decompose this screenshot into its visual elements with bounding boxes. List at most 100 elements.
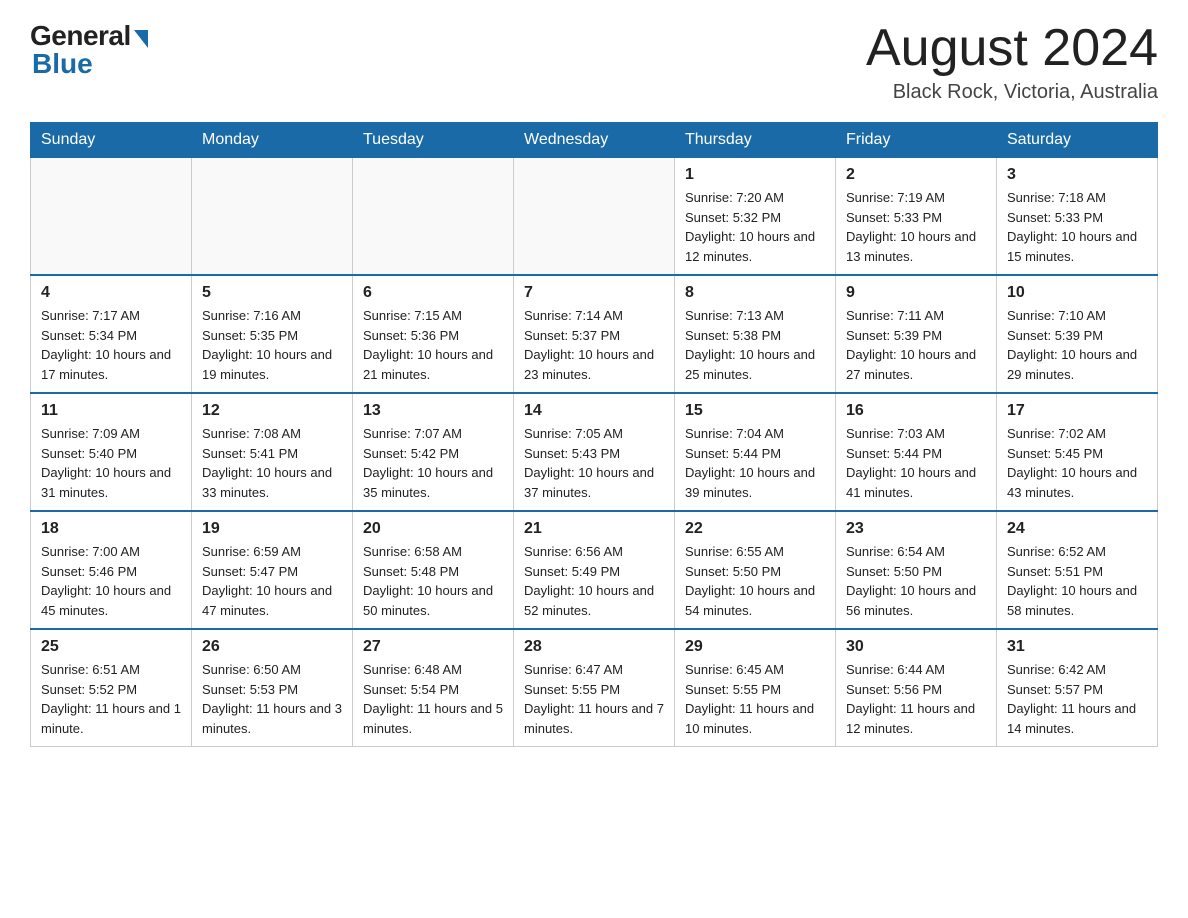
day-number: 13: [363, 402, 503, 420]
calendar-day-cell: 3Sunrise: 7:18 AM Sunset: 5:33 PM Daylig…: [997, 158, 1158, 276]
day-number: 22: [685, 520, 825, 538]
calendar-day-cell: 25 Sunrise: 6:51 AM Sunset: 5:52 PM Dayli…: [31, 629, 192, 747]
calendar-day-cell: 31 Sunrise: 6:42 AM Sunset: 5:57 PM Dayli…: [997, 629, 1158, 747]
day-info: Sunrise: 6:58 AM Sunset: 5:48 PM Dayligh…: [363, 542, 503, 620]
day-info: Sunrise: 6:47 AM Sunset: 5:55 PM Dayligh…: [524, 660, 664, 738]
logo-arrow-icon: [134, 30, 148, 48]
day-info: Sunrise: 7:14 AM Sunset: 5:37 PM Dayligh…: [524, 306, 664, 384]
day-number: 17: [1007, 402, 1147, 420]
calendar-day-cell: 16 Sunrise: 7:03 AM Sunset: 5:44 PM Dayli…: [836, 393, 997, 511]
calendar-day-cell: 15Sunrise: 7:04 AM Sunset: 5:44 PM Dayli…: [675, 393, 836, 511]
day-info: Sunrise: 7:17 AM Sunset: 5:34 PM Dayligh…: [41, 306, 181, 384]
day-number: 4: [41, 284, 181, 302]
calendar-week-row: 11 Sunrise: 7:09 AM Sunset: 5:40 PM Dayli…: [31, 393, 1158, 511]
day-number: 31: [1007, 638, 1147, 656]
day-number: 10: [1007, 284, 1147, 302]
calendar-day-cell: 27 Sunrise: 6:48 AM Sunset: 5:54 PM Dayli…: [353, 629, 514, 747]
day-info: Sunrise: 6:54 AM Sunset: 5:50 PM Dayligh…: [846, 542, 986, 620]
day-number: 29: [685, 638, 825, 656]
calendar-day-cell: 30 Sunrise: 6:44 AM Sunset: 5:56 PM Dayli…: [836, 629, 997, 747]
calendar-day-cell: 13Sunrise: 7:07 AM Sunset: 5:42 PM Dayli…: [353, 393, 514, 511]
day-number: 27: [363, 638, 503, 656]
day-of-week-header: Monday: [192, 123, 353, 158]
day-number: 25: [41, 638, 181, 656]
day-info: Sunrise: 6:50 AM Sunset: 5:53 PM Dayligh…: [202, 660, 342, 738]
calendar-day-cell: 4 Sunrise: 7:17 AM Sunset: 5:34 PM Daylig…: [31, 275, 192, 393]
day-of-week-header: Friday: [836, 123, 997, 158]
logo: General Blue: [30, 20, 148, 80]
day-number: 6: [363, 284, 503, 302]
calendar-day-cell: 26 Sunrise: 6:50 AM Sunset: 5:53 PM Dayli…: [192, 629, 353, 747]
calendar-day-cell: 1 Sunrise: 7:20 AM Sunset: 5:32 PM Daylig…: [675, 158, 836, 276]
day-info: Sunrise: 6:59 AM Sunset: 5:47 PM Dayligh…: [202, 542, 342, 620]
day-info: Sunrise: 6:55 AM Sunset: 5:50 PM Dayligh…: [685, 542, 825, 620]
day-info: Sunrise: 7:13 AM Sunset: 5:38 PM Dayligh…: [685, 306, 825, 384]
day-info: Sunrise: 6:48 AM Sunset: 5:54 PM Dayligh…: [363, 660, 503, 738]
day-info: Sunrise: 7:02 AM Sunset: 5:45 PM Dayligh…: [1007, 424, 1147, 502]
day-of-week-header: Wednesday: [514, 123, 675, 158]
day-info: Sunrise: 7:00 AM Sunset: 5:46 PM Dayligh…: [41, 542, 181, 620]
calendar-day-cell: 23 Sunrise: 6:54 AM Sunset: 5:50 PM Dayli…: [836, 511, 997, 629]
day-info: Sunrise: 6:44 AM Sunset: 5:56 PM Dayligh…: [846, 660, 986, 738]
title-block: August 2024 Black Rock, Victoria, Austra…: [866, 20, 1158, 104]
day-number: 12: [202, 402, 342, 420]
day-info: Sunrise: 6:56 AM Sunset: 5:49 PM Dayligh…: [524, 542, 664, 620]
day-info: Sunrise: 7:08 AM Sunset: 5:41 PM Dayligh…: [202, 424, 342, 502]
calendar-day-cell: 9Sunrise: 7:11 AM Sunset: 5:39 PM Daylig…: [836, 275, 997, 393]
day-info: Sunrise: 6:52 AM Sunset: 5:51 PM Dayligh…: [1007, 542, 1147, 620]
day-info: Sunrise: 7:09 AM Sunset: 5:40 PM Dayligh…: [41, 424, 181, 502]
calendar-day-cell: 10 Sunrise: 7:10 AM Sunset: 5:39 PM Dayli…: [997, 275, 1158, 393]
calendar-day-cell: 21 Sunrise: 6:56 AM Sunset: 5:49 PM Dayli…: [514, 511, 675, 629]
day-of-week-header: Tuesday: [353, 123, 514, 158]
day-number: 11: [41, 402, 181, 420]
day-number: 21: [524, 520, 664, 538]
calendar-day-cell: 24 Sunrise: 6:52 AM Sunset: 5:51 PM Dayli…: [997, 511, 1158, 629]
day-info: Sunrise: 7:10 AM Sunset: 5:39 PM Dayligh…: [1007, 306, 1147, 384]
calendar-week-row: 18 Sunrise: 7:00 AM Sunset: 5:46 PM Dayli…: [31, 511, 1158, 629]
day-info: Sunrise: 7:20 AM Sunset: 5:32 PM Dayligh…: [685, 188, 825, 266]
calendar-table: SundayMondayTuesdayWednesdayThursdayFrid…: [30, 122, 1158, 747]
day-number: 30: [846, 638, 986, 656]
day-number: 14: [524, 402, 664, 420]
calendar-day-cell: 2 Sunrise: 7:19 AM Sunset: 5:33 PM Daylig…: [836, 158, 997, 276]
day-info: Sunrise: 7:19 AM Sunset: 5:33 PM Dayligh…: [846, 188, 986, 266]
calendar-day-cell: 22 Sunrise: 6:55 AM Sunset: 5:50 PM Dayli…: [675, 511, 836, 629]
day-number: 7: [524, 284, 664, 302]
day-number: 2: [846, 166, 986, 184]
calendar-week-row: 1 Sunrise: 7:20 AM Sunset: 5:32 PM Daylig…: [31, 158, 1158, 276]
day-number: 28: [524, 638, 664, 656]
calendar-day-cell: 7 Sunrise: 7:14 AM Sunset: 5:37 PM Daylig…: [514, 275, 675, 393]
day-number: 24: [1007, 520, 1147, 538]
page-header: General Blue August 2024 Black Rock, Vic…: [30, 20, 1158, 104]
calendar-day-cell: 8 Sunrise: 7:13 AM Sunset: 5:38 PM Daylig…: [675, 275, 836, 393]
day-number: 9: [846, 284, 986, 302]
day-number: 26: [202, 638, 342, 656]
day-info: Sunrise: 6:42 AM Sunset: 5:57 PM Dayligh…: [1007, 660, 1147, 738]
calendar-day-cell: 14 Sunrise: 7:05 AM Sunset: 5:43 PM Dayli…: [514, 393, 675, 511]
calendar-day-cell: 19Sunrise: 6:59 AM Sunset: 5:47 PM Dayli…: [192, 511, 353, 629]
calendar-day-cell: [514, 158, 675, 276]
day-of-week-header: Thursday: [675, 123, 836, 158]
day-info: Sunrise: 7:05 AM Sunset: 5:43 PM Dayligh…: [524, 424, 664, 502]
day-of-week-header: Saturday: [997, 123, 1158, 158]
calendar-week-row: 4 Sunrise: 7:17 AM Sunset: 5:34 PM Daylig…: [31, 275, 1158, 393]
day-info: Sunrise: 7:15 AM Sunset: 5:36 PM Dayligh…: [363, 306, 503, 384]
day-number: 20: [363, 520, 503, 538]
location-subtitle: Black Rock, Victoria, Australia: [866, 81, 1158, 104]
day-info: Sunrise: 7:03 AM Sunset: 5:44 PM Dayligh…: [846, 424, 986, 502]
calendar-day-cell: 6 Sunrise: 7:15 AM Sunset: 5:36 PM Daylig…: [353, 275, 514, 393]
day-number: 5: [202, 284, 342, 302]
day-number: 1: [685, 166, 825, 184]
calendar-day-cell: 12 Sunrise: 7:08 AM Sunset: 5:41 PM Dayli…: [192, 393, 353, 511]
calendar-header-row: SundayMondayTuesdayWednesdayThursdayFrid…: [31, 123, 1158, 158]
calendar-day-cell: [31, 158, 192, 276]
day-number: 3: [1007, 166, 1147, 184]
day-number: 18: [41, 520, 181, 538]
day-number: 16: [846, 402, 986, 420]
day-info: Sunrise: 7:04 AM Sunset: 5:44 PM Dayligh…: [685, 424, 825, 502]
day-of-week-header: Sunday: [31, 123, 192, 158]
calendar-day-cell: 28 Sunrise: 6:47 AM Sunset: 5:55 PM Dayli…: [514, 629, 675, 747]
day-info: Sunrise: 6:51 AM Sunset: 5:52 PM Dayligh…: [41, 660, 181, 738]
day-number: 8: [685, 284, 825, 302]
day-number: 23: [846, 520, 986, 538]
